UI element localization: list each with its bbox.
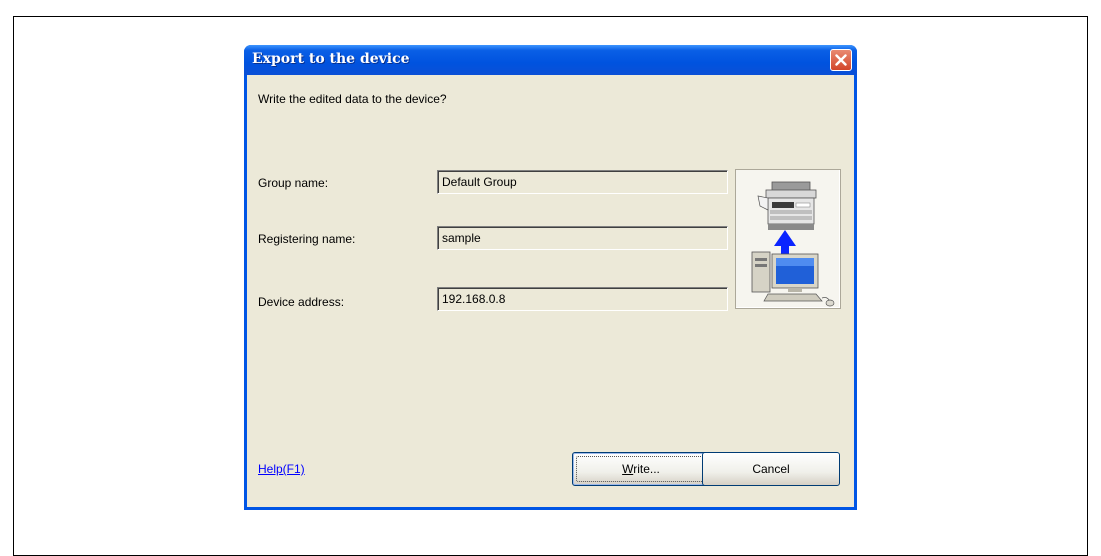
confirm-prompt: Write the edited data to the device? (258, 92, 447, 106)
dialog-titlebar[interactable]: Export to the device (244, 45, 857, 75)
transfer-illustration (735, 169, 841, 309)
registering-name-label: Registering name: (258, 232, 356, 246)
group-name-field: Default Group (437, 170, 728, 194)
device-address-label: Device address: (258, 295, 345, 309)
write-button-label: rite... (633, 462, 660, 476)
export-dialog: Export to the device Write the edited da… (244, 45, 857, 510)
close-button[interactable] (830, 49, 852, 71)
device-address-field: 192.168.0.8 (437, 287, 728, 311)
close-icon (835, 54, 847, 66)
dialog-body: Write the edited data to the device? Gro… (247, 75, 854, 507)
copier-icon (757, 181, 817, 230)
registering-name-field: sample (437, 226, 728, 250)
computer-icon (751, 251, 835, 307)
group-name-label: Group name: (258, 176, 329, 190)
cancel-button[interactable]: Cancel (702, 452, 840, 486)
help-link[interactable]: Help(F1) (258, 462, 305, 476)
write-button[interactable]: Write... (572, 452, 710, 486)
write-button-mnemonic: W (622, 462, 634, 476)
dialog-title: Export to the device (252, 51, 410, 67)
